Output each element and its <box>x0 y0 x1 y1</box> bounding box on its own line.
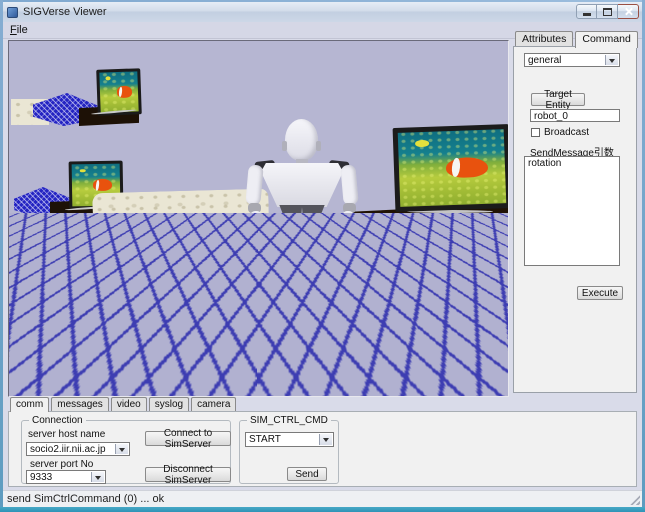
sim-ctrl-value: START <box>249 434 281 445</box>
target-entity-input[interactable]: robot_0 <box>530 109 620 122</box>
window-title: SIGVerse Viewer <box>23 6 107 18</box>
dropdown-arrow-icon[interactable] <box>319 434 332 445</box>
host-select[interactable]: socio2.iir.nii.ac.jp <box>26 442 130 456</box>
robot-upper-arm <box>245 164 263 205</box>
target-entity-button[interactable]: Target Entity <box>531 93 585 106</box>
command-type-select[interactable]: general <box>524 53 620 67</box>
message-textarea[interactable]: rotation <box>524 156 620 266</box>
connection-group: Connection server host name socio2.iir.n… <box>21 420 231 484</box>
menu-file[interactable]: File <box>3 23 35 37</box>
robot-forearm <box>248 211 262 249</box>
bottom-tabs: comm messages video syslog camera <box>10 397 238 411</box>
connect-button[interactable]: Connect to SimServer <box>145 431 231 446</box>
robot-thigh <box>309 239 331 285</box>
close-icon <box>624 7 633 16</box>
tab-video[interactable]: video <box>111 397 147 411</box>
teddy-bear <box>227 327 265 379</box>
resize-grip-icon[interactable] <box>628 493 640 505</box>
robot-foot <box>308 331 334 345</box>
yellow-fish-icon <box>79 169 85 173</box>
orange-ball-near <box>386 378 400 392</box>
robot-ear <box>282 141 287 151</box>
bottom-panel: comm messages video syslog camera Connec… <box>8 397 637 489</box>
tab-comm[interactable]: comm <box>10 397 49 412</box>
command-type-value: general <box>528 55 561 66</box>
port-value: 9333 <box>30 472 52 483</box>
tv-left-upper-screen <box>99 71 138 112</box>
orange-ball-far <box>392 357 403 368</box>
disconnect-button[interactable]: Disconnect SimServer <box>145 467 231 482</box>
robot-torso <box>261 163 343 207</box>
robot-shin <box>310 289 330 335</box>
tv-right-screen <box>398 129 507 207</box>
red-ball <box>144 315 161 332</box>
robot-head <box>285 119 318 161</box>
port-select[interactable]: 9333 <box>26 470 106 484</box>
robot-hand <box>251 247 262 261</box>
robot-ear <box>316 141 321 151</box>
sofa-leg <box>151 273 156 284</box>
command-tab-page: general Target Entity robot_0 Broadcast … <box>513 46 637 393</box>
robot-forearm <box>341 211 355 249</box>
dropdown-arrow-icon[interactable] <box>605 55 618 65</box>
robot-shin <box>272 289 292 335</box>
host-value: socio2.iir.nii.ac.jp <box>30 444 106 455</box>
execute-button[interactable]: Execute <box>577 286 623 300</box>
tab-syslog[interactable]: syslog <box>149 397 189 411</box>
clownfish-icon <box>117 86 133 98</box>
sim-ctrl-group-label: SIM_CTRL_CMD <box>247 415 331 426</box>
maximize-button[interactable] <box>597 4 618 19</box>
tab-command[interactable]: Command <box>575 31 637 48</box>
teddy-snout <box>240 339 252 348</box>
sofa-leg <box>107 271 112 283</box>
dropdown-arrow-icon[interactable] <box>115 444 128 454</box>
tab-camera[interactable]: camera <box>191 397 236 411</box>
host-label: server host name <box>28 429 105 440</box>
viewport-3d[interactable] <box>8 40 509 397</box>
send-button[interactable]: Send <box>287 467 327 481</box>
sofa <box>93 187 269 283</box>
maximize-icon <box>603 8 612 16</box>
robot-hand <box>342 247 353 261</box>
tv-right <box>393 124 509 212</box>
close-button[interactable] <box>618 4 639 19</box>
robot-upper-arm <box>340 164 358 205</box>
title-bar[interactable]: SIGVerse Viewer <box>3 2 642 22</box>
table-leg <box>219 249 226 295</box>
command-panel-tabs: Attributes Command <box>515 31 640 47</box>
status-bar: send SimCtrlCommand (0) ... ok <box>3 490 642 507</box>
port-label: server port No <box>30 459 93 470</box>
command-panel: Attributes Command general Target Entity… <box>512 30 638 394</box>
minimize-icon <box>583 13 591 16</box>
yellow-fish-icon <box>415 140 429 147</box>
app-window: SIGVerse Viewer File <box>0 0 645 512</box>
app-icon <box>7 7 18 18</box>
robot-waist <box>275 205 329 227</box>
comm-tab-page: Connection server host name socio2.iir.n… <box>8 411 637 487</box>
dropdown-arrow-icon[interactable] <box>91 472 104 482</box>
broadcast-label: Broadcast <box>544 127 589 138</box>
sim-ctrl-group: SIM_CTRL_CMD START Send <box>239 420 339 484</box>
clownfish-icon <box>445 156 488 178</box>
window-border-left <box>0 0 3 512</box>
window-border-bottom <box>0 507 645 512</box>
tab-attributes[interactable]: Attributes <box>515 31 573 47</box>
minimize-button[interactable] <box>576 4 597 19</box>
teddy-legs <box>229 369 263 379</box>
tab-messages[interactable]: messages <box>51 397 109 411</box>
broadcast-checkbox[interactable] <box>531 128 540 137</box>
sim-ctrl-select[interactable]: START <box>245 432 334 447</box>
robot-thigh <box>271 239 293 285</box>
tv-left-upper <box>96 68 142 116</box>
status-message: send SimCtrlCommand (0) ... ok <box>3 493 164 505</box>
robot-foot <box>268 331 294 345</box>
broadcast-row: Broadcast <box>531 127 589 138</box>
tv-cabinet <box>346 204 509 284</box>
humanoid-robot <box>247 117 357 349</box>
yellow-fish-icon <box>106 77 111 81</box>
sofa-leg <box>197 273 202 284</box>
connection-group-label: Connection <box>29 415 86 426</box>
